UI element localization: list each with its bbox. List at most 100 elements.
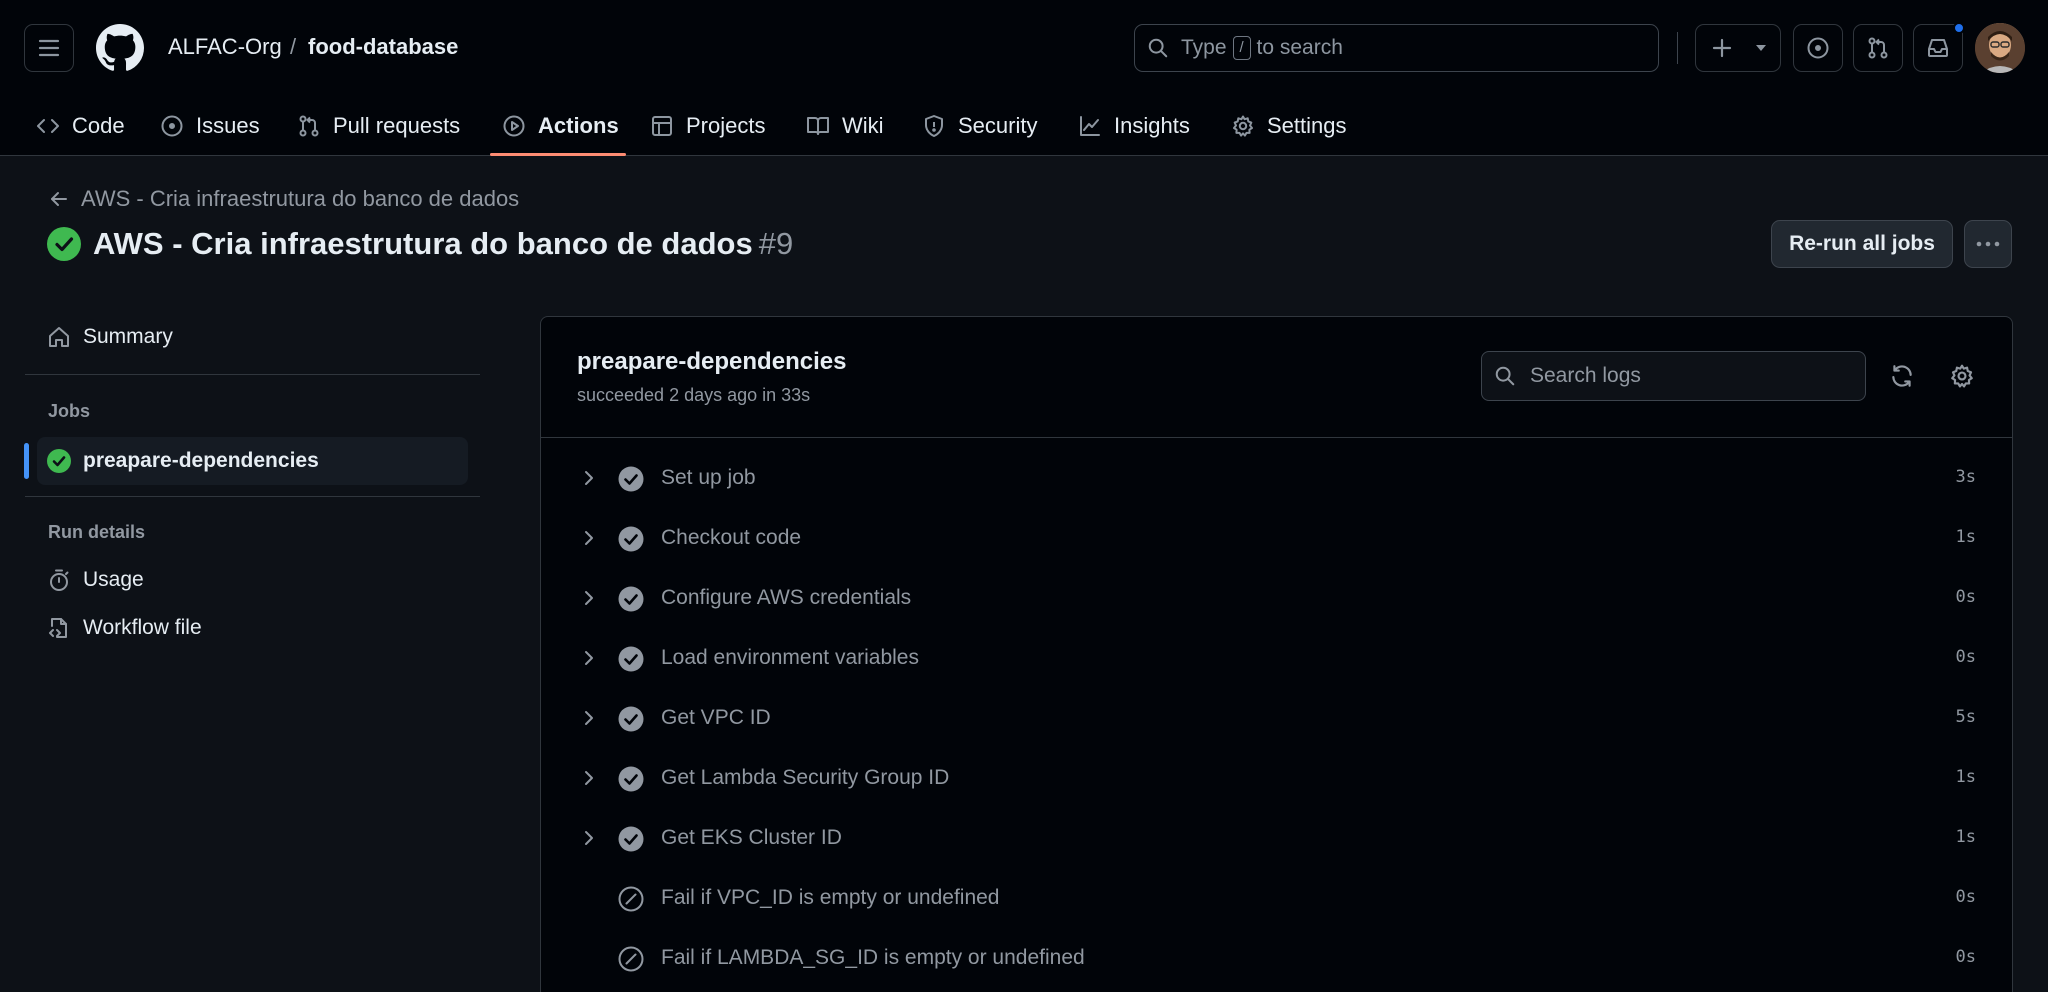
chevron-right-icon[interactable]: [579, 648, 599, 668]
step-duration: 1s: [1955, 527, 1976, 547]
hamburger-menu-button[interactable]: [24, 24, 74, 72]
refresh-button[interactable]: [1887, 361, 1917, 391]
search-logs-input[interactable]: [1530, 364, 1850, 388]
tab-issues[interactable]: Issues: [160, 96, 260, 156]
step-name: Get EKS Cluster ID: [661, 826, 842, 849]
step-duration: 3s: [1955, 467, 1976, 487]
check-circle-fill-icon: [618, 646, 644, 672]
step-duration: 0s: [1955, 887, 1976, 907]
skip-icon: [618, 946, 644, 972]
step-row[interactable]: Load environment variables 0s: [541, 635, 2012, 681]
tab-settings-label: Settings: [1267, 113, 1347, 138]
chevron-right-icon[interactable]: [579, 468, 599, 488]
play-icon: [503, 115, 525, 137]
log-settings-button[interactable]: [1947, 361, 1977, 391]
stopwatch-icon: [50, 569, 69, 591]
chevron-right-icon[interactable]: [579, 828, 599, 848]
step-duration: 1s: [1955, 827, 1976, 847]
issue-opened-icon: [1807, 37, 1829, 59]
tab-security-label: Security: [958, 113, 1038, 138]
sidebar-item-usage[interactable]: Usage: [47, 568, 144, 592]
chevron-right-icon[interactable]: [579, 588, 599, 608]
search-icon: [1495, 366, 1515, 386]
step-row[interactable]: Get Lambda Security Group ID 1s: [541, 755, 2012, 801]
chevron-right-icon[interactable]: [579, 768, 599, 788]
page-title: AWS - Cria infraestrutura do banco de da…: [47, 224, 793, 264]
step-row[interactable]: Configure AWS credentials 0s: [541, 575, 2012, 621]
tab-pull-requests[interactable]: Pull requests: [297, 96, 460, 156]
back-to-workflow-link[interactable]: AWS - Cria infraestrutura do banco de da…: [49, 186, 519, 212]
rerun-all-jobs-button[interactable]: Re-run all jobs: [1771, 220, 1953, 268]
tab-pull-requests-label: Pull requests: [333, 113, 461, 138]
job-log-panel: preapare-dependencies succeeded 2 days a…: [540, 316, 2013, 992]
step-row[interactable]: Set up job 3s: [541, 455, 2012, 501]
check-circle-fill-icon: [618, 466, 644, 492]
step-name: Get VPC ID: [661, 706, 771, 729]
issue-opened-icon: [161, 115, 183, 137]
arrow-left-icon: [51, 192, 67, 206]
search-prefix: Type: [1181, 36, 1227, 59]
org-link[interactable]: ALFAC-Org: [168, 32, 282, 62]
chevron-right-icon[interactable]: [579, 708, 599, 728]
pull-requests-button[interactable]: [1853, 24, 1903, 72]
search-suffix: to search: [1256, 36, 1343, 59]
job-header: preapare-dependencies succeeded 2 days a…: [541, 317, 2012, 438]
check-circle-fill-icon: [618, 766, 644, 792]
sidebar-item-job[interactable]: preapare-dependencies: [24, 437, 468, 485]
check-circle-fill-icon: [618, 826, 644, 852]
hamburger-icon: [38, 39, 60, 57]
step-duration: 0s: [1955, 947, 1976, 967]
tab-actions-label: Actions: [538, 113, 619, 138]
tab-security[interactable]: Security: [922, 96, 1037, 156]
repo-nav: Code Issues Pull requests Actions Projec…: [0, 96, 2048, 156]
repo-link[interactable]: food-database: [308, 32, 458, 62]
sidebar-item-summary[interactable]: Summary: [47, 325, 173, 349]
avatar[interactable]: [1975, 23, 2025, 73]
active-indicator: [24, 443, 29, 479]
step-name: Fail if VPC_ID is empty or undefined: [661, 886, 1000, 909]
home-icon: [49, 327, 69, 347]
check-circle-fill-icon: [618, 586, 644, 612]
tab-settings[interactable]: Settings: [1231, 96, 1347, 156]
create-new-button[interactable]: [1695, 24, 1781, 72]
kebab-horizontal-icon: [1976, 241, 2000, 247]
run-title-text: AWS - Cria infraestrutura do banco de da…: [93, 226, 753, 261]
sidebar-workflow-file-label: Workflow file: [83, 616, 202, 639]
issues-button[interactable]: [1793, 24, 1843, 72]
notification-dot: [1953, 22, 1965, 34]
step-name: Get Lambda Security Group ID: [661, 766, 950, 789]
chevron-right-icon[interactable]: [579, 528, 599, 548]
step-name: Checkout code: [661, 526, 802, 549]
search-logs-field[interactable]: [1481, 351, 1866, 401]
tab-wiki-label: Wiki: [842, 113, 884, 138]
tab-insights[interactable]: Insights: [1078, 96, 1190, 156]
more-options-button[interactable]: [1964, 220, 2012, 268]
check-circle-fill-icon: [47, 449, 71, 473]
back-link-label: AWS - Cria infraestrutura do banco de da…: [81, 186, 520, 211]
tab-projects[interactable]: Projects: [650, 96, 765, 156]
jobs-heading: Jobs: [48, 401, 91, 421]
step-row[interactable]: Fail if VPC_ID is empty or undefined 0s: [541, 875, 2012, 921]
git-pull-request-icon: [299, 115, 319, 137]
graph-icon: [1080, 116, 1100, 136]
git-pull-request-icon: [1868, 37, 1888, 59]
shield-icon: [925, 115, 943, 137]
header-divider: [1677, 32, 1678, 64]
sidebar-divider: [25, 374, 480, 375]
triangle-down-icon: [1756, 45, 1766, 51]
github-logo-icon[interactable]: [96, 24, 144, 72]
tab-actions[interactable]: Actions: [502, 96, 619, 156]
global-search-input[interactable]: Type / to search: [1134, 24, 1659, 72]
tab-code[interactable]: Code: [36, 96, 125, 156]
step-row[interactable]: Get EKS Cluster ID 1s: [541, 815, 2012, 861]
breadcrumb-separator: /: [290, 34, 297, 59]
step-duration: 1s: [1955, 767, 1976, 787]
step-row[interactable]: Fail if LAMBDA_SG_ID is empty or undefin…: [541, 935, 2012, 981]
sidebar-usage-label: Usage: [83, 568, 144, 591]
step-name: Fail if LAMBDA_SG_ID is empty or undefin…: [661, 946, 1085, 969]
tab-wiki[interactable]: Wiki: [806, 96, 884, 156]
step-row[interactable]: Get VPC ID 5s: [541, 695, 2012, 741]
sidebar-item-workflow-file[interactable]: Workflow file: [47, 616, 202, 640]
run-details-heading: Run details: [48, 522, 146, 542]
step-row[interactable]: Checkout code 1s: [541, 515, 2012, 561]
